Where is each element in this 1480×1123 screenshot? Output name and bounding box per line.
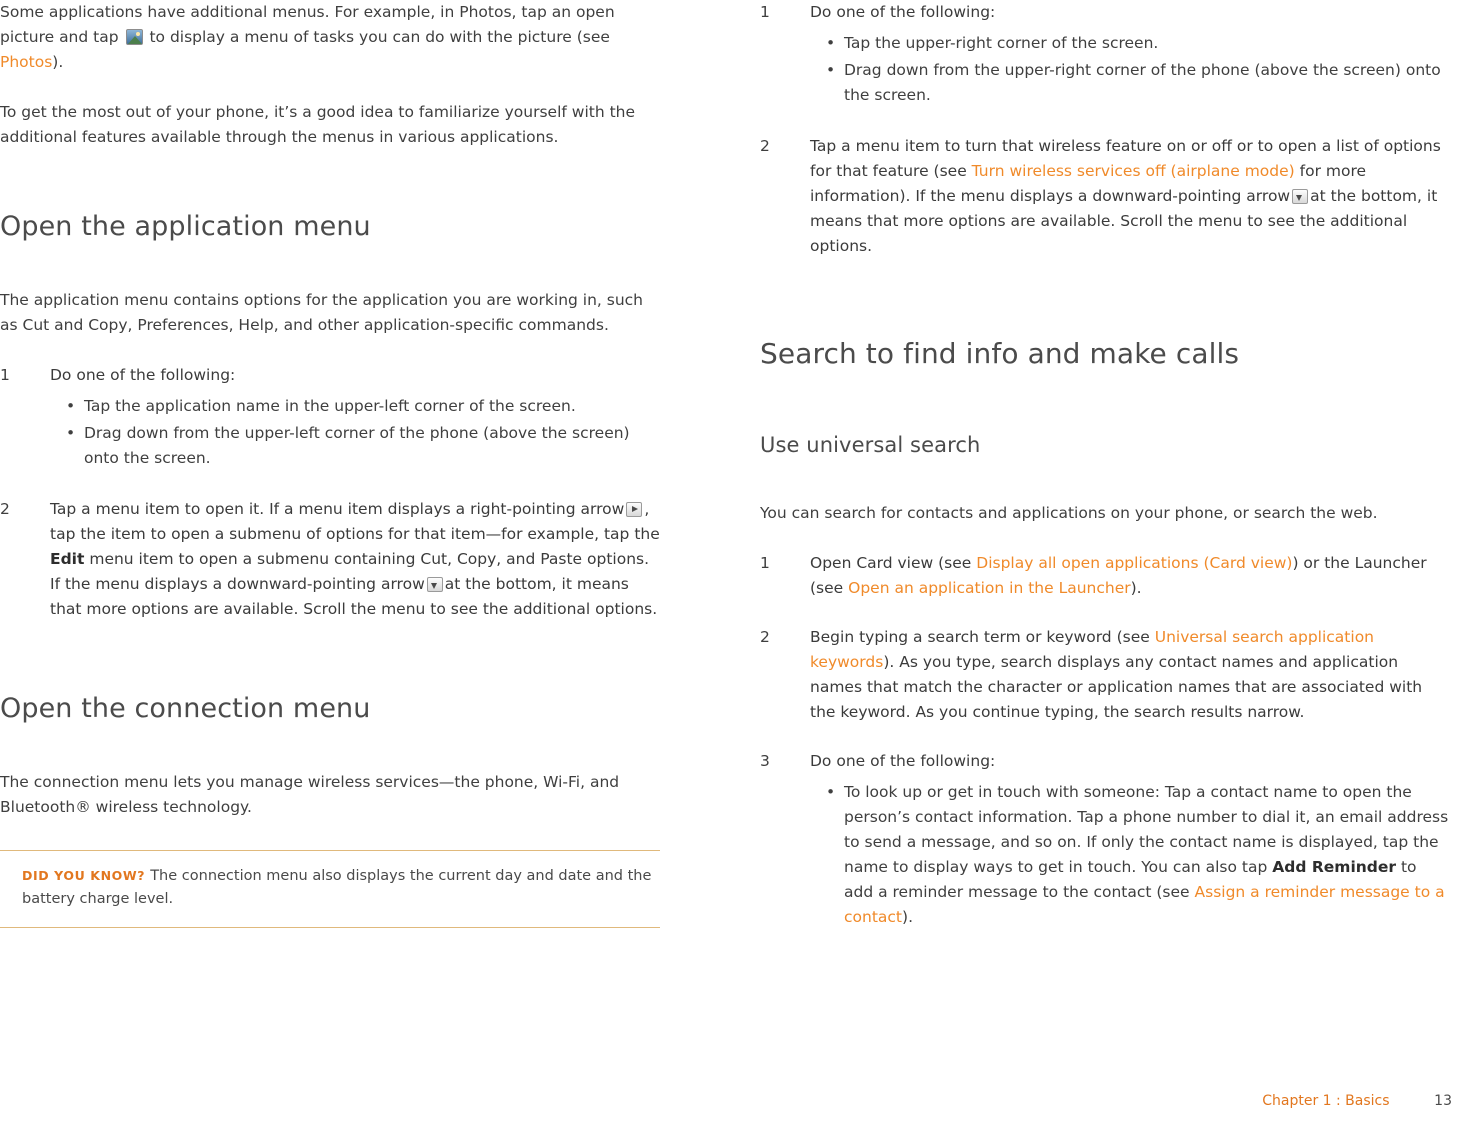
step-1-app-menu: 1 Do one of the following: Tap the appli…	[0, 363, 660, 471]
heading-search-to-find-info: Search to find info and make calls	[760, 337, 1240, 370]
search-step-1-body: Open Card view (see Display all open app…	[810, 551, 1450, 601]
step-2-number-right: 2	[760, 137, 770, 155]
search-step-3-bullet-c: ).	[902, 908, 913, 926]
intro-paragraph-1: Some applications have additional menus.…	[0, 0, 660, 75]
step-1-text-right: Do one of the following:	[810, 3, 996, 21]
add-reminder-label: Add Reminder	[1272, 858, 1397, 876]
intro-p1-part-c: ).	[52, 53, 64, 71]
list-item: Tap the upper-right corner of the screen…	[826, 31, 1450, 56]
universal-search-paragraph: You can search for contacts and applicat…	[760, 504, 1378, 522]
step-2-app-menu: 2 Tap a menu item to open it. If a menu …	[0, 497, 660, 622]
connection-menu-paragraph: The connection menu lets you manage wire…	[0, 773, 620, 816]
right-column: 1 Do one of the following: Tap the upper…	[760, 0, 1450, 948]
photos-link[interactable]: Photos	[0, 53, 52, 71]
photos-menu-icon	[125, 29, 143, 45]
step-1-number: 1	[0, 366, 10, 384]
search-step-1-text-a: Open Card view (see	[810, 554, 972, 572]
arrow-right-icon	[626, 502, 643, 517]
heading-open-application-menu: Open the application menu	[0, 211, 371, 242]
did-you-know-label: Did you know?	[22, 868, 146, 883]
search-step-2-body: Begin typing a search term or keyword (s…	[810, 625, 1450, 725]
step-1-body: Do one of the following: Tap the applica…	[50, 363, 660, 471]
list-item: Tap the application name in the upper-le…	[66, 394, 660, 419]
search-step-2-text-b: ). As you type, search displays any cont…	[810, 653, 1423, 721]
heading-open-connection-menu: Open the connection menu	[0, 693, 371, 724]
intro-paragraph-2: To get the most out of your phone, it’s …	[0, 103, 636, 146]
step-2-text-a: Tap a menu item to open it. If a menu it…	[50, 500, 625, 518]
search-step-1-text-c: ).	[1130, 579, 1142, 597]
search-step-3-body: Do one of the following: To look up or g…	[810, 749, 1450, 930]
footer-chapter: Chapter 1 : Basics	[1262, 1093, 1390, 1109]
step-1-text: Do one of the following:	[50, 366, 236, 384]
application-menu-paragraph: The application menu contains options fo…	[0, 291, 644, 334]
step-2-body: Tap a menu item to open it. If a menu it…	[50, 497, 660, 622]
search-step-1-number: 1	[760, 554, 770, 572]
search-step-3-number: 3	[760, 752, 770, 770]
search-step-3-text: Do one of the following:	[810, 752, 996, 770]
step-1-bullets: Tap the application name in the upper-le…	[50, 394, 660, 471]
search-step-2-text-a: Begin typing a search term or keyword (s…	[810, 628, 1150, 646]
arrow-down-icon	[1292, 189, 1309, 204]
list-item: Drag down from the upper-right corner of…	[826, 58, 1450, 108]
list-item: Drag down from the upper-left corner of …	[66, 421, 660, 471]
edit-menu-label: Edit	[50, 550, 85, 568]
heading-use-universal-search: Use universal search	[760, 433, 981, 457]
step-2-number: 2	[0, 500, 10, 518]
step-3-universal-search: 3 Do one of the following: To look up or…	[760, 749, 1450, 930]
step-1-body-right: Do one of the following: Tap the upper-r…	[810, 0, 1450, 108]
footer-page-number: 13	[1434, 1093, 1452, 1109]
step-2-connection-menu: 2 Tap a menu item to turn that wireless …	[760, 134, 1450, 259]
left-column: Some applications have additional menus.…	[0, 0, 660, 928]
step-1-universal-search: 1 Open Card view (see Display all open a…	[760, 551, 1450, 601]
step-2-universal-search: 2 Begin typing a search term or keyword …	[760, 625, 1450, 725]
search-step-2-number: 2	[760, 628, 770, 646]
airplane-mode-link[interactable]: Turn wireless services off (airplane mod…	[972, 162, 1295, 180]
step-1-number-right: 1	[760, 3, 770, 21]
arrow-down-icon	[426, 577, 443, 592]
step-2-body-right: Tap a menu item to turn that wireless fe…	[810, 134, 1450, 259]
card-view-link[interactable]: Display all open applications (Card view…	[976, 554, 1292, 572]
intro-p1-part-b: to display a menu of tasks you can do wi…	[149, 28, 610, 46]
did-you-know-box: Did you know? The connection menu also d…	[0, 850, 660, 928]
search-step-3-bullets: To look up or get in touch with someone:…	[810, 780, 1450, 930]
step-1-bullets-right: Tap the upper-right corner of the screen…	[810, 31, 1450, 108]
list-item: To look up or get in touch with someone:…	[826, 780, 1450, 930]
step-1-connection-menu: 1 Do one of the following: Tap the upper…	[760, 0, 1450, 108]
page-footer: Chapter 1 : Basics 13	[0, 1093, 1480, 1109]
manual-page: Some applications have additional menus.…	[0, 0, 1480, 1123]
launcher-link[interactable]: Open an application in the Launcher	[848, 579, 1130, 597]
